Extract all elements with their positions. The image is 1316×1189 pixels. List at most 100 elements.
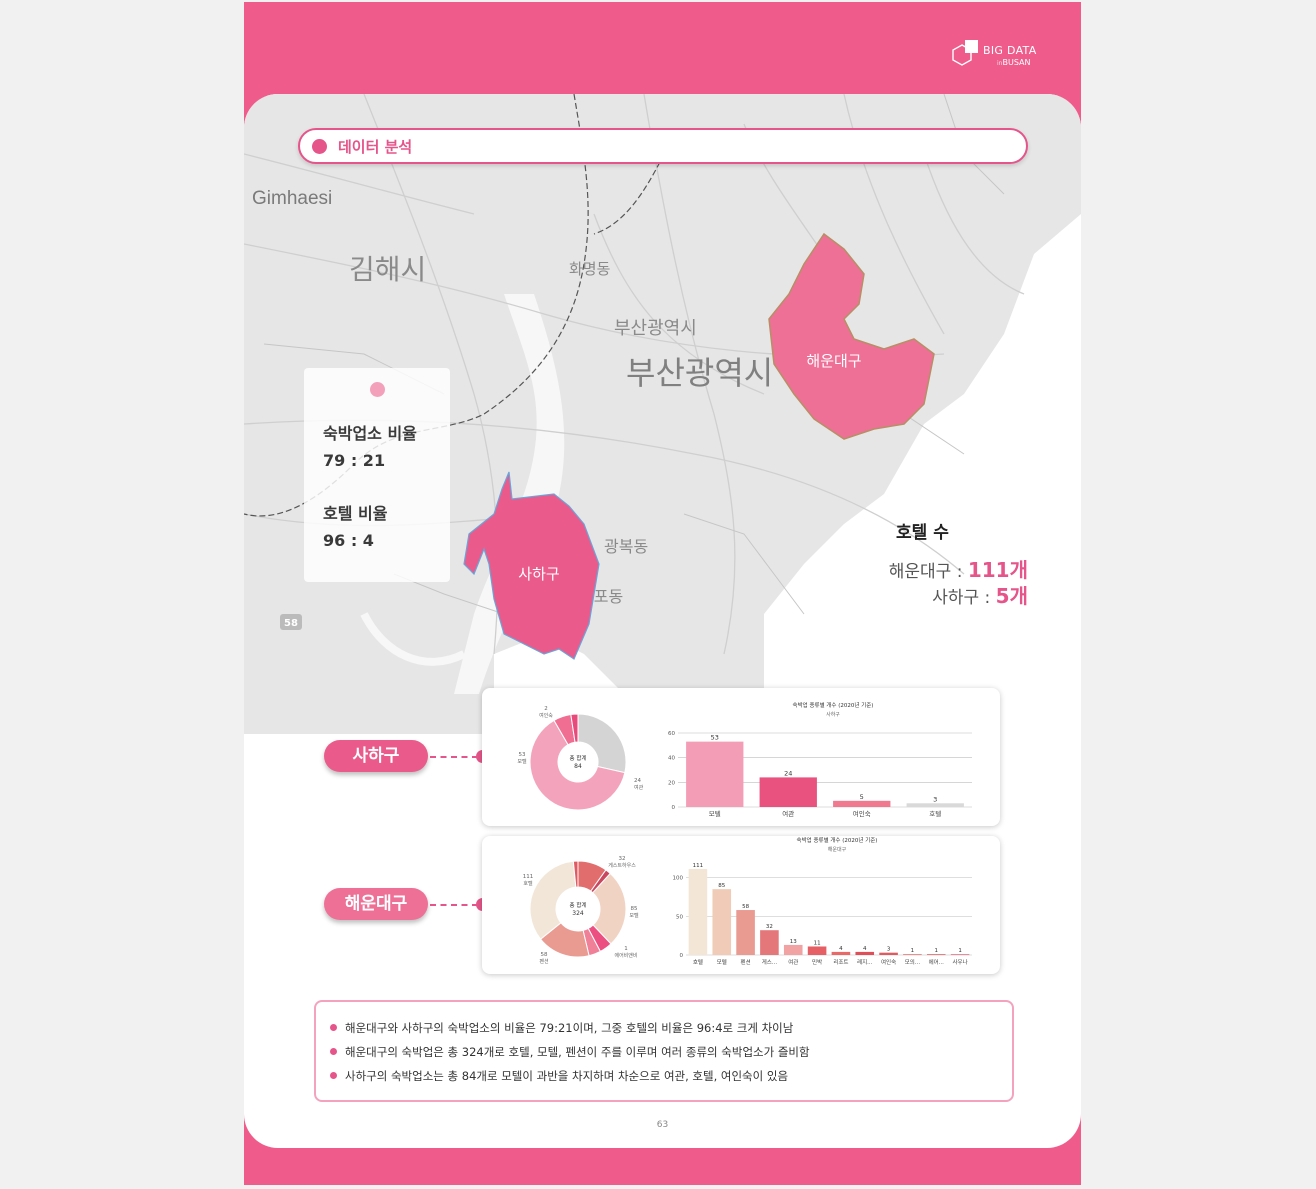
bar	[926, 954, 946, 956]
bar	[903, 954, 922, 956]
donut-value-label: 53	[519, 752, 526, 758]
note-item: 해운대구의 숙박업은 총 324개로 호텔, 모텔, 펜션이 주를 이루며 여러…	[330, 1044, 810, 1060]
saha-connector	[430, 756, 478, 758]
big-data-busan-logo: BIG DATA inBUSAN	[951, 40, 1041, 70]
bar-chart-title: 숙박업 종류별 개수 (2020년 기준)	[797, 836, 878, 844]
x-tick-label: 사우나	[952, 958, 967, 966]
donut-center-label: 총 합계	[570, 901, 587, 909]
donut-value-label: 111	[523, 874, 534, 880]
x-tick-label: 펜션	[741, 958, 751, 966]
donut-value-label: 2	[544, 706, 548, 712]
hotel-ratio-value: 96 : 4	[323, 531, 374, 550]
map-label-busan-large: 부산광역시	[626, 354, 773, 392]
donut-name-label: 모텔	[629, 912, 639, 919]
saha-charts: 총 합계8424여관53모텔2여인숙숙박업 종류별 개수 (2020년 기준)사…	[517, 701, 972, 818]
bar	[760, 930, 779, 955]
y-tick-label: 50	[676, 914, 683, 920]
hotel-ratio-label: 호텔 비율	[323, 504, 388, 523]
x-tick-label: 모텔	[717, 958, 727, 966]
x-tick-label: 리조트	[833, 958, 848, 966]
bar-value-label: 11	[814, 940, 821, 946]
donut-value-label: 58	[541, 952, 548, 958]
donut-name-label: 호텔	[523, 880, 533, 887]
x-tick-label: 여관	[788, 958, 798, 966]
haeundae-charts: 총 합계32432게스트하우스85모텔1에어비앤비58펜션111호텔숙박업 종류…	[523, 836, 972, 966]
note-bullet-icon	[330, 1072, 337, 1079]
bar	[686, 741, 744, 807]
note-bullet-icon	[330, 1024, 337, 1031]
donut-name-label: 여관	[634, 784, 644, 791]
x-tick-label: 모텔	[709, 810, 721, 818]
bar-value-label: 1	[935, 948, 939, 954]
donut-value-label: 32	[619, 856, 626, 862]
x-tick-label: 에어...	[929, 958, 945, 966]
donut-center	[557, 888, 599, 930]
donut-name-label: 모텔	[517, 758, 527, 765]
bar	[879, 952, 898, 955]
bar-value-label: 32	[766, 924, 773, 930]
bar-value-label: 24	[784, 769, 792, 777]
lodging-ratio-value: 79 : 21	[323, 451, 386, 470]
x-tick-label: 여인숙	[881, 958, 896, 966]
bar	[783, 944, 803, 955]
y-tick-label: 60	[668, 731, 675, 737]
saha-district-pill: 사하구	[324, 740, 428, 772]
bar	[688, 868, 708, 955]
haeundae-chart-card: 총 합계 324 32 게스트하우스 85 모텔 1 에어비앤비 58 펜션 111 호텔 숙박업 종류…	[482, 836, 1000, 974]
bar-value-label: 5	[860, 793, 864, 801]
y-tick-label: 20	[668, 780, 675, 786]
bar	[807, 946, 827, 955]
donut-value-label: 24	[634, 778, 641, 784]
map-label-busan-small: 부산광역시	[614, 318, 697, 339]
donut-name-label: 에어비앤비	[614, 952, 637, 959]
bar-value-label: 4	[839, 946, 843, 952]
y-tick-label: 0	[672, 805, 676, 811]
bar	[906, 803, 964, 807]
bar-value-label: 13	[790, 939, 797, 945]
lodging-ratio-label: 숙박업소 비율	[323, 424, 417, 443]
section-title: 데이터 분석	[338, 138, 413, 156]
x-tick-label: 여인숙	[853, 809, 871, 818]
hotel-count-saha: 사하구 : 5개	[932, 584, 1028, 608]
page-number: 63	[656, 1120, 669, 1130]
haeundae-connector	[430, 904, 478, 906]
saha-chart-card: 총 합계 84 24 여관 53 모텔 2 여인숙 숙박업 종류별 개수 (2020년 기준) 사…	[482, 688, 1000, 826]
haeundae-district-pill: 해운대구	[324, 888, 428, 920]
note-item: 해운대구와 사하구의 숙박업소의 비율은 79:21이며, 그중 호텔의 비율은…	[330, 1020, 793, 1036]
x-tick-label: 여관	[782, 809, 794, 818]
donut-value-label: 85	[631, 906, 638, 912]
donut-center-label: 총 합계	[570, 754, 587, 762]
section-title-pill: 데이터 분석	[298, 128, 1028, 164]
bar	[833, 800, 891, 807]
bar	[736, 910, 755, 955]
bar-chart-subtitle: 사하구	[826, 711, 840, 718]
ratio-bullet-icon	[370, 382, 385, 397]
bar	[855, 951, 875, 955]
section-bullet-icon	[312, 139, 327, 154]
bar-value-label: 53	[711, 734, 719, 742]
donut-name-label: 펜션	[539, 958, 549, 965]
map-label-route: 58	[284, 618, 298, 629]
bar	[831, 951, 851, 955]
document-page: BIG DATA inBUSAN Gimhaesi 김해시 화명동 부산광역시 …	[244, 2, 1081, 1185]
bar-value-label: 3	[933, 795, 937, 803]
y-tick-label: 0	[680, 953, 684, 959]
map-label-hwamyeong: 화명동	[569, 260, 611, 278]
donut-value-label: 1	[624, 946, 628, 952]
bar-value-label: 111	[693, 863, 704, 869]
map-label-gimhae-ko: 김해시	[349, 253, 426, 286]
y-tick-label: 100	[673, 876, 684, 882]
map-label-gwangbok: 광복동	[604, 537, 648, 556]
donut-name-label: 게스트하우스	[608, 862, 636, 869]
x-tick-label: 게스...	[762, 958, 778, 966]
donut-center-value: 84	[574, 763, 582, 770]
note-item: 사하구의 숙박업소는 총 84개로 모텔이 과반을 차지하며 차순으로 여관, …	[330, 1068, 788, 1084]
map-label-gimhae-en: Gimhaesi	[252, 188, 332, 209]
x-tick-label: 레지...	[857, 958, 873, 966]
bar-value-label: 4	[863, 946, 867, 952]
haeundae-region-label: 해운대구	[806, 352, 861, 370]
hotel-count-title: 호텔 수	[896, 523, 949, 543]
x-tick-label: 민박	[812, 958, 822, 966]
bar-value-label: 1	[958, 948, 962, 954]
donut-center	[559, 743, 597, 781]
